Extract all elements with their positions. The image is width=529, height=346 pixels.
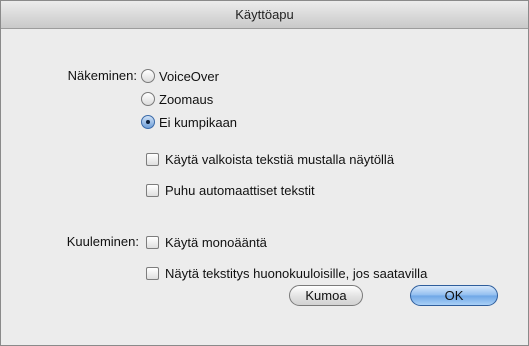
checkbox-mono-audio[interactable]: Käytä monoääntä xyxy=(146,231,267,253)
checkbox-speak-alerts-label: Puhu automaattiset tekstit xyxy=(165,182,315,198)
radio-button-selected-icon[interactable] xyxy=(141,115,155,129)
checkbox-captions-label: Näytä tekstitys huonokuuloisille, jos sa… xyxy=(165,265,428,281)
checkbox-white-on-black-label: Käytä valkoista tekstiä mustalla näytöll… xyxy=(165,151,395,167)
cancel-button[interactable]: Kumoa xyxy=(289,285,363,306)
radio-voiceover-label: VoiceOver xyxy=(159,68,219,84)
checkbox-white-on-black[interactable]: Käytä valkoista tekstiä mustalla näytöll… xyxy=(146,148,394,170)
dialog-content: Näkeminen: VoiceOver Zoomaus Ei kumpikaa… xyxy=(1,29,528,345)
hearing-label: Kuuleminen: xyxy=(66,234,139,249)
radio-zoom[interactable]: Zoomaus xyxy=(141,88,213,110)
vision-label: Näkeminen: xyxy=(67,68,137,83)
radio-zoom-label: Zoomaus xyxy=(159,91,214,107)
checkbox-speak-alerts[interactable]: Puhu automaattiset tekstit xyxy=(146,179,315,201)
radio-voiceover[interactable]: VoiceOver xyxy=(141,65,219,87)
checkbox-captions[interactable]: Näytä tekstitys huonokuuloisille, jos sa… xyxy=(146,262,427,284)
checkbox-icon[interactable] xyxy=(146,266,159,280)
radio-button-icon[interactable] xyxy=(141,69,155,83)
checkbox-mono-audio-label: Käytä monoääntä xyxy=(165,234,267,250)
accessibility-dialog: Käyttöapu Näkeminen: VoiceOver Zoomaus E… xyxy=(0,0,529,346)
checkbox-icon[interactable] xyxy=(146,235,159,249)
window-title: Käyttöapu xyxy=(1,1,528,29)
ok-button[interactable]: OK xyxy=(410,285,498,306)
radio-neither-label: Ei kumpikaan xyxy=(159,114,238,130)
checkbox-icon[interactable] xyxy=(146,183,159,197)
radio-button-icon[interactable] xyxy=(141,92,155,106)
checkbox-icon[interactable] xyxy=(146,152,159,166)
radio-neither[interactable]: Ei kumpikaan xyxy=(141,111,237,133)
